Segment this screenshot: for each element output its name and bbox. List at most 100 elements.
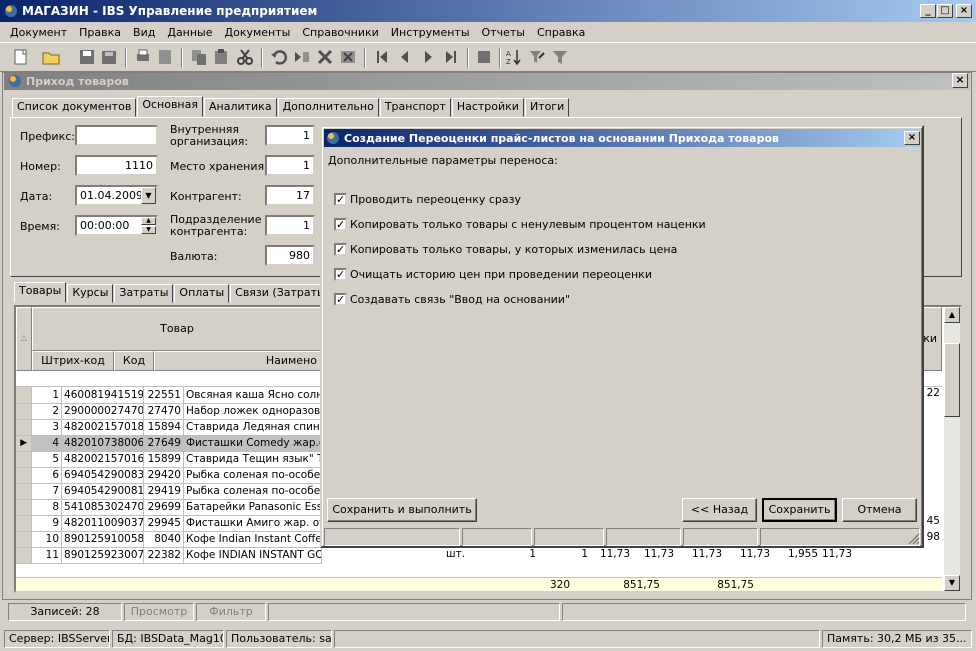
filter-edit-icon[interactable]	[528, 48, 546, 66]
table-row[interactable]: 8 5410853024705 29699 Батарейки Panasonic E…	[16, 499, 323, 516]
save-all-icon[interactable]	[100, 48, 118, 66]
menu-references[interactable]: Справочники	[296, 26, 384, 39]
last-record-icon[interactable]	[442, 48, 460, 66]
print-icon[interactable]	[134, 48, 152, 66]
filter-mode[interactable]: Фильтр	[196, 603, 266, 621]
tab-document-list[interactable]: Список документов	[12, 98, 137, 117]
division-input[interactable]: 1	[265, 215, 315, 236]
menu-reports[interactable]: Отчеты	[476, 26, 531, 39]
row-indicator[interactable]	[16, 515, 33, 532]
date-picker[interactable]: 01.04.2009 ▼	[75, 185, 158, 206]
contractor-input[interactable]: 17	[265, 185, 315, 206]
number-input[interactable]: 1110	[75, 155, 158, 176]
menu-document[interactable]: Документ	[4, 26, 73, 39]
col-barcode-header[interactable]: Штрих-код	[32, 351, 114, 371]
row-indicator[interactable]: ▶	[16, 435, 33, 452]
tab-main[interactable]: Основная	[137, 96, 203, 117]
tab-additional[interactable]: Дополнительно	[277, 98, 379, 117]
row-indicator[interactable]	[16, 467, 33, 484]
table-row[interactable]: 7 6940542900816 29419 Рыбка соленая по-особ…	[16, 483, 323, 500]
preview-icon[interactable]	[156, 48, 174, 66]
chevron-down-icon[interactable]: ▼	[141, 187, 156, 204]
prefix-input[interactable]	[75, 125, 158, 146]
option-label-4[interactable]: Создавать связь "Ввод на основании"	[350, 293, 570, 306]
option-checkbox-2[interactable]: ✓	[334, 243, 347, 256]
tab-goods[interactable]: Товары	[14, 282, 67, 303]
sort-icon[interactable]: AZ	[505, 48, 523, 66]
row-indicator[interactable]	[16, 387, 33, 404]
store-input[interactable]: 1	[265, 155, 315, 176]
row-indicator[interactable]	[16, 499, 33, 516]
scroll-thumb[interactable]	[944, 343, 960, 417]
option-label-1[interactable]: Копировать только товары с ненулевым про…	[350, 218, 706, 231]
tab-rates[interactable]: Курсы	[67, 284, 114, 303]
maximize-button[interactable]: □	[937, 4, 953, 18]
row-indicator[interactable]	[16, 451, 33, 468]
resize-grip-icon[interactable]	[906, 531, 920, 545]
time-stepper[interactable]: 00:00:00 ▲ ▼	[75, 215, 158, 236]
row-indicator[interactable]	[16, 547, 33, 564]
option-checkbox-4[interactable]: ✓	[334, 293, 347, 306]
option-checkbox-3[interactable]: ✓	[334, 268, 347, 281]
cancel-button[interactable]: Отмена	[842, 498, 917, 522]
row-indicator[interactable]	[16, 403, 33, 420]
delete-all-icon[interactable]	[339, 48, 357, 66]
table-row[interactable]: 6 6940542900830 29420 Рыбка соленая по-особ…	[16, 467, 323, 484]
option-checkbox-1[interactable]: ✓	[334, 218, 347, 231]
menu-tools[interactable]: Инструменты	[385, 26, 476, 39]
menu-documents[interactable]: Документы	[219, 26, 297, 39]
option-label-2[interactable]: Копировать только товары, у которых изме…	[350, 243, 677, 256]
minimize-button[interactable]: _	[920, 4, 936, 18]
col-code-header[interactable]: Код	[114, 351, 154, 371]
scroll-down-icon[interactable]: ▼	[944, 575, 960, 591]
tab-settings[interactable]: Настройки	[451, 98, 524, 117]
document-close-button[interactable]: ×	[952, 73, 968, 88]
open-folder-icon[interactable]	[42, 48, 60, 66]
dialog-close-button[interactable]: ×	[904, 131, 920, 145]
grid-vscrollbar[interactable]: ▲ ▼	[944, 307, 960, 591]
copy-icon[interactable]	[190, 48, 208, 66]
row-indicator[interactable]	[16, 531, 33, 548]
back-button[interactable]: << Назад	[682, 498, 757, 522]
menu-view[interactable]: Вид	[127, 26, 161, 39]
undo-icon[interactable]	[270, 48, 288, 66]
close-button[interactable]: ×	[956, 4, 972, 18]
menu-edit[interactable]: Правка	[73, 26, 127, 39]
menu-help[interactable]: Справка	[531, 26, 591, 39]
option-label-0[interactable]: Проводить переоценку сразу	[350, 193, 521, 206]
spin-down-icon[interactable]: ▼	[141, 226, 156, 234]
table-row[interactable]: 10 8901259100584 8040 Кофе Indian Instant C…	[16, 531, 323, 548]
tab-totals[interactable]: Итоги	[524, 98, 570, 117]
view-mode[interactable]: Просмотр	[124, 603, 194, 621]
table-row[interactable]: 3 4820021570186 15894 Ставрида Ледяная спин…	[16, 419, 323, 436]
table-row[interactable]: 11 8901259230076 22382 Кофе INDIAN INSTANT …	[16, 547, 323, 564]
sort-indicator-icon[interactable]: △	[16, 307, 32, 371]
save-button[interactable]: Сохранить	[762, 498, 837, 522]
org-input[interactable]: 1	[265, 125, 315, 146]
option-label-3[interactable]: Очищать историю цен при проведении перео…	[350, 268, 652, 281]
table-row[interactable]: 5 4820021570162 15899 Ставрида Тещин язык" …	[16, 451, 323, 468]
table-row[interactable]: 2 2900000274709 27470 Набор ложек одноразов…	[16, 403, 323, 420]
col-name-header[interactable]: Наимено	[154, 351, 322, 371]
currency-input[interactable]: 980	[265, 245, 315, 266]
spin-up-icon[interactable]: ▲	[141, 217, 156, 225]
prev-record-icon[interactable]	[396, 48, 414, 66]
row-indicator[interactable]	[16, 483, 33, 500]
cut-icon[interactable]	[236, 48, 254, 66]
menu-data[interactable]: Данные	[161, 26, 218, 39]
tab-transport[interactable]: Транспорт	[379, 98, 451, 117]
tab-costs[interactable]: Затраты	[114, 284, 174, 303]
scroll-up-icon[interactable]: ▲	[944, 307, 960, 323]
save-icon[interactable]	[78, 48, 96, 66]
table-row[interactable]: 9 4820110090373 29945 Фисташки Амиго жар. о…	[16, 515, 323, 532]
row-indicator[interactable]	[16, 419, 33, 436]
new-document-icon[interactable]	[12, 48, 30, 66]
paste-icon[interactable]	[212, 48, 230, 66]
table-row[interactable]: 1 4600819415192 22551 Овсяная каша Ясно сол…	[16, 387, 323, 404]
first-record-icon[interactable]	[373, 48, 391, 66]
table-row[interactable]: ▶ 4 4820107380067 27649 Фисташки Comedy жар.…	[16, 435, 323, 452]
save-and-run-button[interactable]: Сохранить и выполнить	[327, 498, 477, 522]
delete-row-icon[interactable]	[316, 48, 334, 66]
tab-analytics[interactable]: Аналитика	[203, 98, 277, 117]
tab-payments[interactable]: Оплаты	[174, 284, 230, 303]
